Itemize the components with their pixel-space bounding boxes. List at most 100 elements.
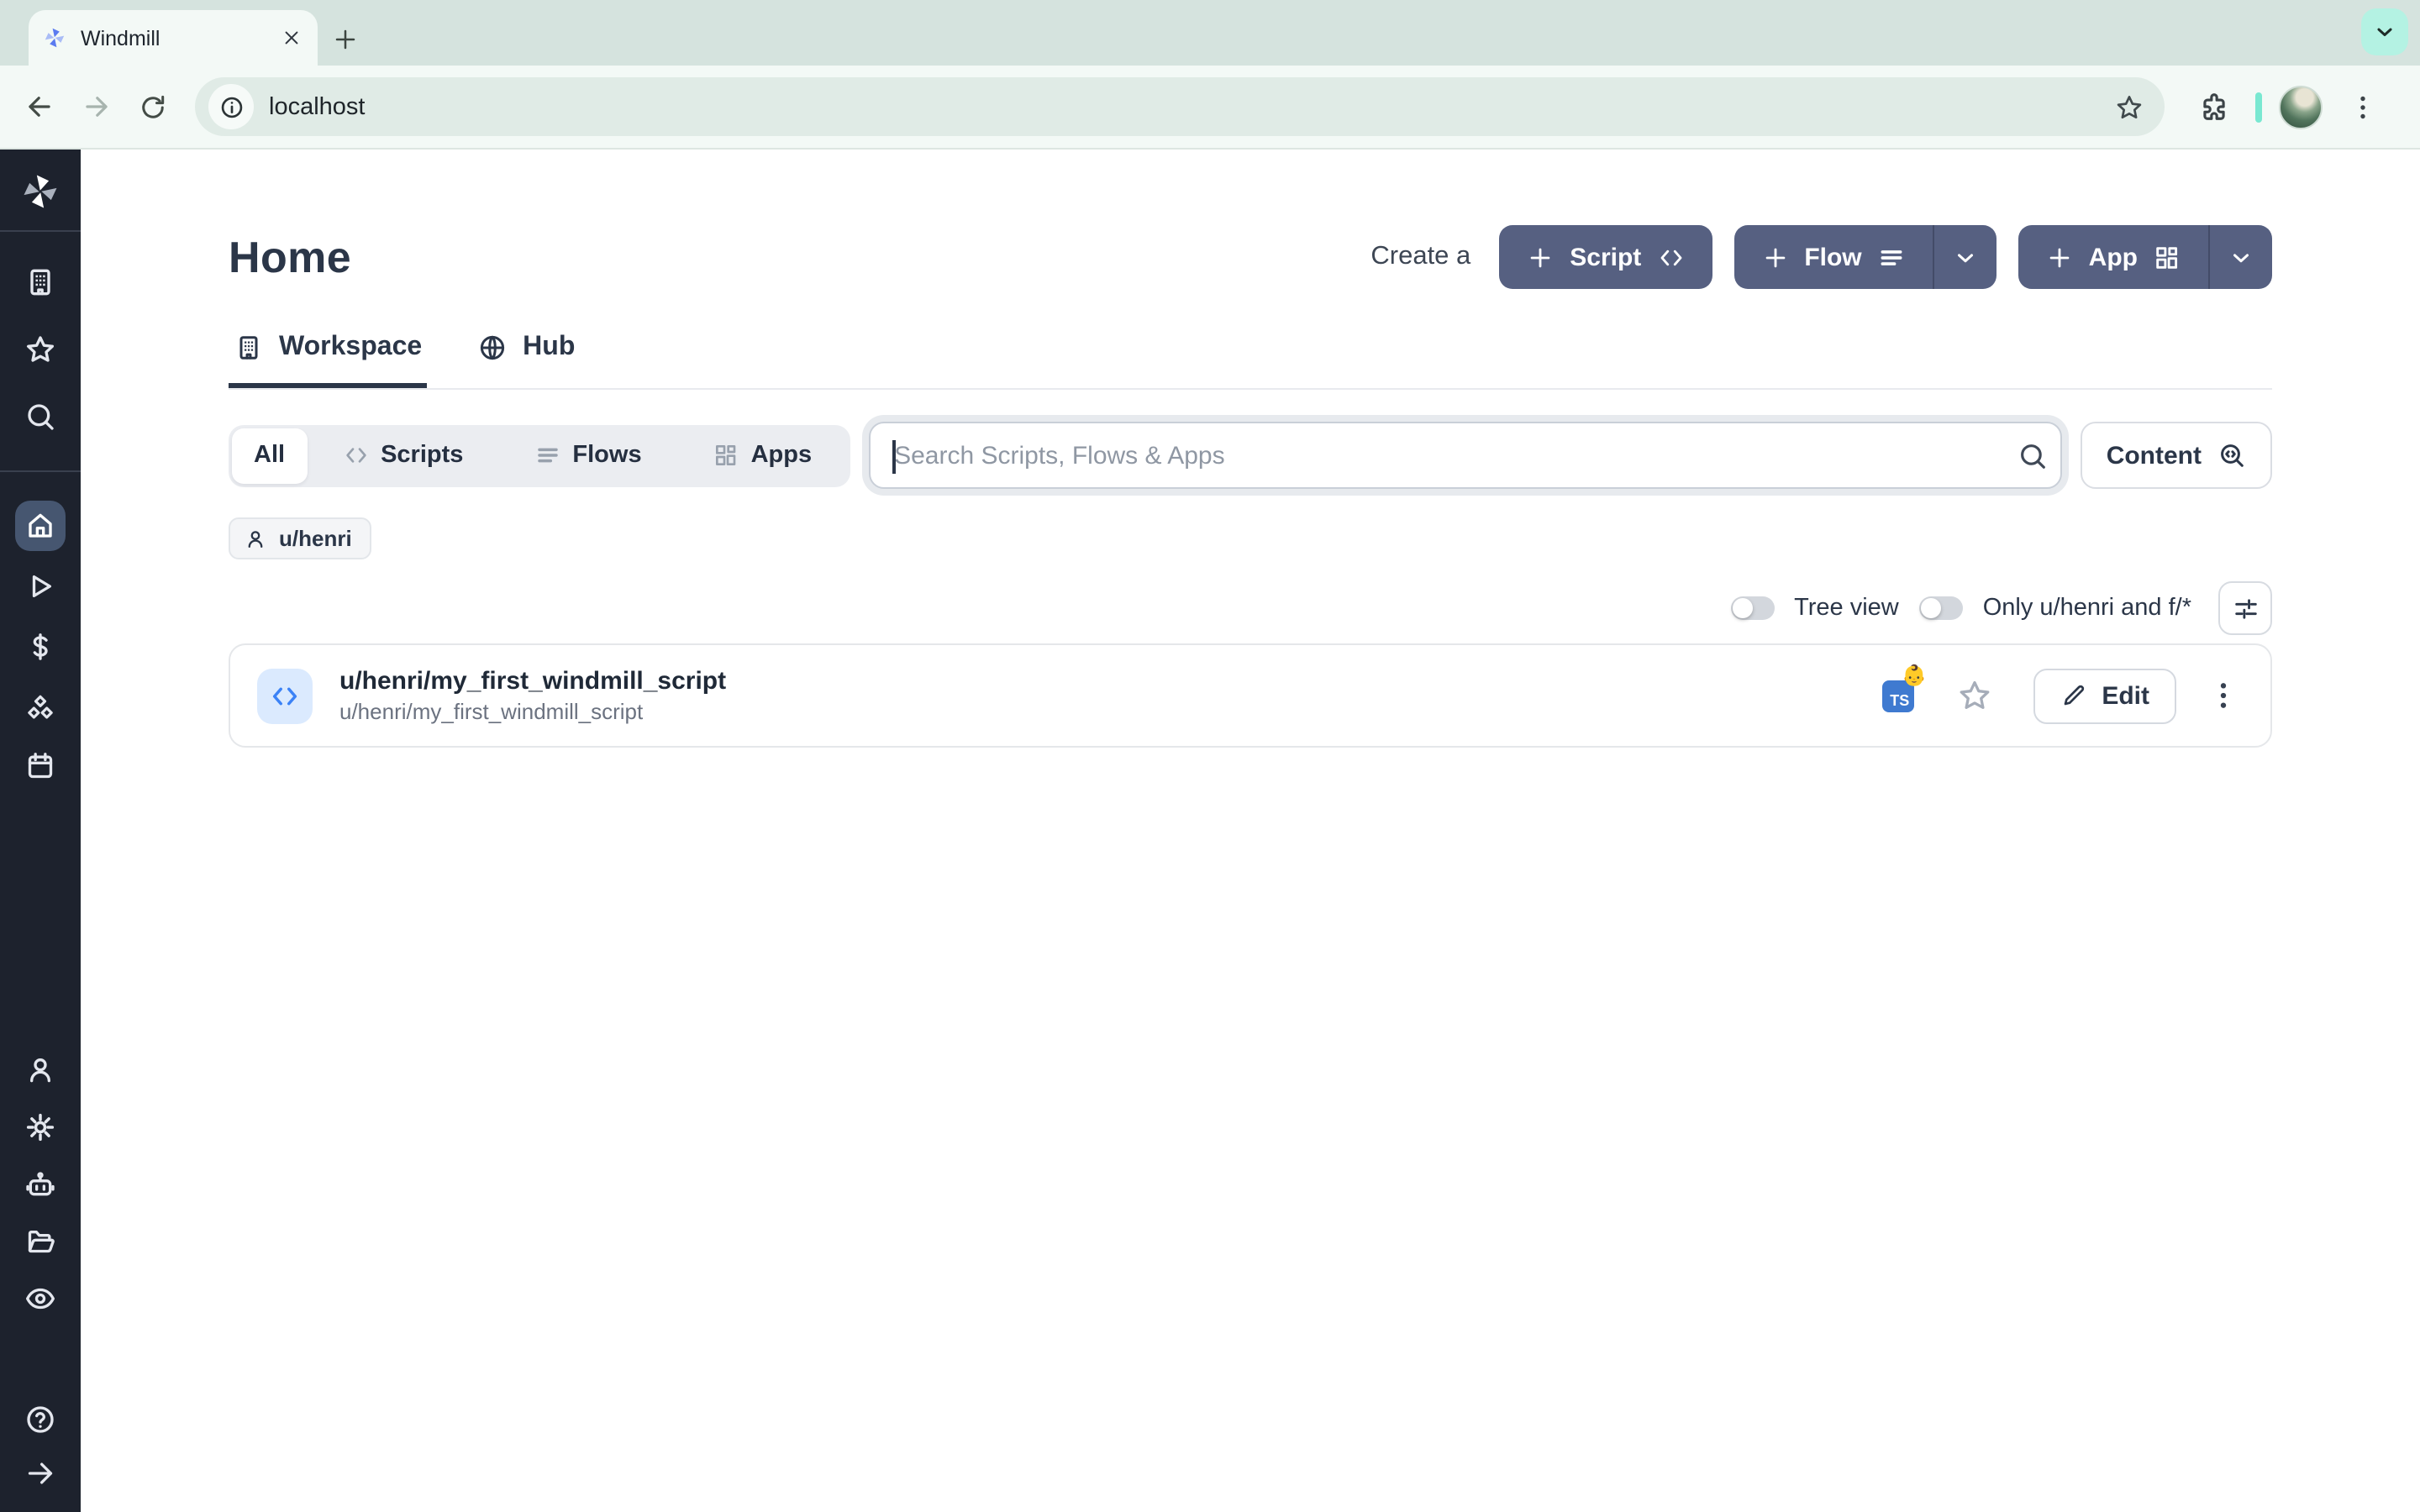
- tree-view-toggle[interactable]: [1730, 596, 1774, 620]
- toolbar-right: [2188, 81, 2386, 132]
- edit-label: Edit: [2102, 681, 2149, 710]
- plus-icon: [2045, 243, 2074, 271]
- content-search-button[interactable]: Content: [2081, 422, 2272, 489]
- arrow-right-icon: [24, 1457, 57, 1490]
- page-header: Home Create a Script Flow: [229, 225, 2272, 289]
- sidebar-item-runs[interactable]: [24, 570, 57, 603]
- extensions-puzzle-icon[interactable]: [2188, 81, 2238, 132]
- sidebar-item-favorites[interactable]: [24, 333, 57, 366]
- favorite-star-button[interactable]: [1954, 675, 1994, 716]
- bun-runtime-emoji: 👶: [1902, 664, 1927, 685]
- sidebar-divider: [0, 470, 81, 472]
- sidebar-item-home[interactable]: [15, 501, 66, 551]
- badge-row: u/henri: [229, 517, 2272, 559]
- chevron-down-icon: [2228, 244, 2254, 270]
- sidebar-item-schedules[interactable]: [24, 749, 57, 783]
- create-flow-label: Flow: [1804, 243, 1861, 271]
- gear-icon: [24, 1110, 57, 1144]
- script-list-item[interactable]: u/henri/my_first_windmill_script u/henri…: [229, 643, 2272, 748]
- windmill-app: Home Create a Script Flow: [0, 150, 2420, 1512]
- browser-tab-windmill[interactable]: Windmill: [29, 10, 318, 66]
- create-app-button[interactable]: App: [2018, 225, 2208, 289]
- display-settings-button[interactable]: [2218, 581, 2272, 635]
- create-label: Create a: [1370, 242, 1470, 272]
- close-icon[interactable]: [277, 24, 304, 51]
- search-code-icon: [2217, 440, 2247, 470]
- reload-button[interactable]: [124, 78, 182, 135]
- info-icon[interactable]: [208, 84, 254, 129]
- home-main: Home Create a Script Flow: [81, 150, 2420, 1512]
- building-icon: [234, 333, 264, 363]
- sidebar-item-variables[interactable]: [24, 630, 57, 664]
- filter-flows[interactable]: Flows: [498, 428, 676, 483]
- item-menu-button[interactable]: [2200, 672, 2247, 719]
- filter-row: All Scripts Flows Apps: [229, 422, 2272, 489]
- calendar-icon: [24, 749, 57, 783]
- filter-all[interactable]: All: [232, 428, 307, 483]
- sidebar-expand-button[interactable]: [24, 1457, 57, 1490]
- search-box: [869, 422, 2063, 489]
- user-icon: [24, 1053, 57, 1087]
- item-actions: TS 👶 Edit: [1881, 668, 2247, 723]
- flow-bars-icon: [534, 442, 560, 469]
- filter-scripts[interactable]: Scripts: [307, 428, 498, 483]
- filter-apps[interactable]: Apps: [677, 428, 848, 483]
- tab-workspace-label: Workspace: [279, 333, 422, 363]
- create-script-label: Script: [1570, 243, 1641, 271]
- only-owner-label: Only u/henri and f/*: [1983, 595, 2191, 622]
- tab-hub[interactable]: Hub: [472, 333, 580, 388]
- search-icon: [24, 400, 57, 433]
- chevron-down-icon: [1953, 244, 1978, 270]
- sidebar-item-workers[interactable]: [24, 1168, 57, 1201]
- tab-workspace[interactable]: Workspace: [229, 333, 427, 388]
- create-app-label: App: [2089, 243, 2138, 271]
- tab-title: Windmill: [81, 26, 277, 50]
- profile-avatar[interactable]: [2279, 85, 2323, 129]
- play-icon: [24, 570, 57, 603]
- star-icon: [1955, 677, 1992, 714]
- item-title[interactable]: u/henri/my_first_windmill_script: [339, 665, 1881, 697]
- sidebar-item-folders[interactable]: [24, 1225, 57, 1258]
- edit-button[interactable]: Edit: [2033, 668, 2176, 723]
- sidebar-item-search[interactable]: [24, 400, 57, 433]
- robot-icon: [24, 1168, 57, 1201]
- bookmark-star-icon[interactable]: [2104, 81, 2154, 132]
- app-sidebar: [0, 150, 81, 1512]
- app-grid-icon: [713, 442, 739, 469]
- forward-button[interactable]: [67, 78, 124, 135]
- tab-strip: Windmill: [0, 0, 2420, 66]
- search-input[interactable]: [871, 423, 2004, 487]
- only-owner-toggle[interactable]: [1919, 596, 1963, 620]
- sidebar-item-workspace[interactable]: [24, 265, 57, 299]
- windmill-favicon: [42, 25, 67, 50]
- create-flow-button[interactable]: Flow: [1733, 225, 1932, 289]
- sidebar-item-help[interactable]: [24, 1403, 57, 1436]
- search-icon[interactable]: [2004, 439, 2061, 471]
- tree-view-label: Tree view: [1794, 595, 1899, 622]
- code-icon: [269, 680, 301, 711]
- url-text: localhost: [269, 93, 2104, 120]
- globe-icon: [477, 333, 508, 363]
- sidebar-item-audit-logs[interactable]: [24, 1282, 57, 1315]
- source-tabs: Workspace Hub: [229, 333, 2272, 390]
- tab-search-chevron-button[interactable]: [2361, 8, 2408, 55]
- view-options-row: Tree view Only u/henri and f/*: [229, 581, 2272, 635]
- text-caret: [892, 440, 895, 474]
- url-bar[interactable]: localhost: [195, 77, 2165, 136]
- owner-filter-badge[interactable]: u/henri: [229, 517, 372, 559]
- code-icon: [342, 442, 369, 469]
- new-tab-button[interactable]: [323, 17, 366, 60]
- plus-icon: [1760, 243, 1789, 271]
- create-group: Create a Script Flow: [1370, 225, 2272, 289]
- sidebar-item-settings[interactable]: [24, 1110, 57, 1144]
- back-button[interactable]: [10, 78, 67, 135]
- sidebar-item-resources[interactable]: [24, 690, 57, 724]
- sidebar-item-users[interactable]: [24, 1053, 57, 1087]
- create-app-dropdown[interactable]: [2208, 225, 2272, 289]
- browser-menu-icon[interactable]: [2339, 83, 2386, 130]
- create-flow-dropdown[interactable]: [1933, 225, 1996, 289]
- create-script-button[interactable]: Script: [1499, 225, 1712, 289]
- boxes-icon: [24, 690, 57, 724]
- owner-badge-label: u/henri: [279, 526, 352, 551]
- item-text: u/henri/my_first_windmill_script u/henri…: [339, 665, 1881, 726]
